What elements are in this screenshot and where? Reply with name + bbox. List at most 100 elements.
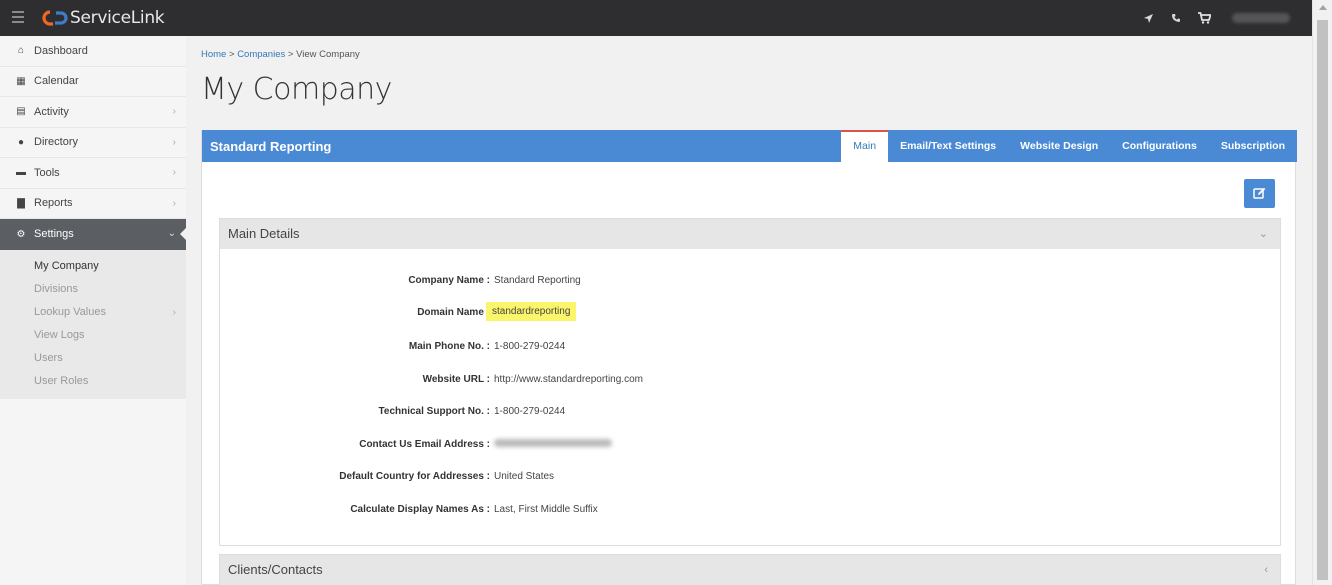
logo-mark-icon [42, 10, 68, 26]
sidebar-item-label: Settings [34, 228, 74, 241]
detail-label: Default Country for Addresses : [339, 471, 490, 482]
detail-value-highlighted: standardreporting [486, 302, 577, 321]
detail-value: United States [494, 471, 555, 482]
tab-configurations[interactable]: Configurations [1110, 130, 1209, 162]
breadcrumb-separator: > [287, 49, 294, 60]
bar-chart-icon: ▇ [17, 197, 25, 209]
detail-row-domain-name: Domain Name : standardreporting [220, 302, 1280, 324]
sidebar-item-label: Reports [34, 197, 73, 210]
detail-row-default-country: Default Country for Addresses : United S… [220, 468, 1280, 488]
top-navbar: ServiceLink [0, 0, 1312, 36]
phone-icon[interactable] [1162, 0, 1190, 36]
detail-row-technical-support: Technical Support No. : 1-800-279-0244 [220, 403, 1280, 423]
page-title: My Company [201, 72, 392, 107]
sidebar-subitem-user-roles[interactable]: User Roles [0, 370, 186, 393]
home-icon: ⌂ [17, 45, 25, 57]
tab-email-text-settings[interactable]: Email/Text Settings [888, 130, 1008, 162]
tab-website-design[interactable]: Website Design [1008, 130, 1110, 162]
sidebar-subitem-lookup-values[interactable]: Lookup Values › [0, 301, 186, 324]
detail-value: http://www.standardreporting.com [494, 374, 643, 385]
detail-label: Technical Support No. : [378, 406, 490, 417]
detail-label: Domain Name : [417, 307, 490, 318]
chevron-right-icon: › [172, 197, 176, 209]
sidebar-item-activity[interactable]: ▤ Activity › [0, 97, 186, 128]
detail-row-website-url: Website URL : http://www.standardreporti… [220, 371, 1280, 391]
detail-label: Calculate Display Names As : [350, 504, 490, 515]
chevron-down-icon: ⌄ [167, 228, 176, 239]
settings-submenu: My Company Divisions Lookup Values › Vie… [0, 249, 186, 399]
chevron-right-icon: › [172, 106, 176, 117]
section-title: Clients/Contacts [228, 562, 323, 577]
user-menu[interactable] [1232, 13, 1290, 23]
detail-row-company-name: Company Name : Standard Reporting [220, 272, 1280, 292]
redacted-email [494, 439, 612, 447]
detail-value: 1-800-279-0244 [494, 406, 566, 417]
company-panel: Standard Reporting Main Email/Text Setti… [201, 130, 1297, 585]
active-indicator [180, 227, 187, 241]
tab-subscription[interactable]: Subscription [1209, 130, 1297, 162]
detail-label: Main Phone No. : [408, 341, 490, 352]
sidebar-item-directory[interactable]: ● Directory › [0, 127, 186, 158]
sidebar-item-label: Tools [34, 166, 60, 179]
scroll-thumb[interactable] [1317, 20, 1328, 580]
chevron-right-icon: › [172, 167, 176, 178]
toolbox-icon: ▬ [16, 167, 26, 179]
sidebar-item-settings[interactable]: ⚙ Settings ⌄ [0, 219, 187, 250]
edit-button[interactable] [1244, 179, 1275, 208]
detail-value-redacted [494, 439, 612, 450]
sidebar-subitem-divisions[interactable]: Divisions [0, 278, 186, 301]
breadcrumb-home[interactable]: Home [201, 49, 226, 60]
sidebar-subitem-users[interactable]: Users [0, 347, 186, 370]
hamburger-menu-icon[interactable] [12, 11, 24, 25]
detail-value: 1-800-279-0244 [494, 341, 566, 352]
breadcrumb-separator: > [228, 49, 235, 60]
sidebar-item-reports[interactable]: ▇ Reports › [0, 188, 186, 219]
main-details-body: Company Name : Standard Reporting Domain… [220, 249, 1280, 545]
panel-tabs: Main Email/Text Settings Website Design … [841, 130, 1297, 162]
chevron-left-icon: ‹ [1264, 564, 1268, 576]
panel-title: Standard Reporting [210, 139, 332, 154]
edit-icon [1253, 187, 1266, 199]
breadcrumb-current: View Company [296, 49, 360, 60]
sidebar-subitem-label: Lookup Values [34, 305, 106, 318]
chevron-down-icon: ⌄ [1258, 228, 1268, 240]
detail-label: Company Name : [408, 275, 490, 286]
sidebar-subitem-my-company[interactable]: My Company [0, 255, 186, 278]
top-actions [1134, 0, 1290, 36]
breadcrumb: Home > Companies > View Company [201, 49, 360, 60]
sidebar-item-tools[interactable]: ▬ Tools › [0, 158, 186, 189]
activity-icon: ▤ [16, 106, 26, 118]
scroll-up-arrow-icon[interactable] [1319, 5, 1327, 10]
cart-icon[interactable] [1190, 0, 1218, 36]
tab-main[interactable]: Main [841, 130, 889, 162]
users-icon: ● [17, 136, 25, 148]
sidebar-item-label: Activity [34, 105, 69, 118]
sidebar-item-label: Dashboard [34, 44, 88, 57]
section-title: Main Details [228, 226, 300, 241]
sidebar-subitem-view-logs[interactable]: View Logs [0, 324, 186, 347]
chevron-right-icon: › [172, 136, 176, 148]
detail-row-contact-email: Contact Us Email Address : [220, 436, 1280, 456]
gear-icon: ⚙ [16, 228, 26, 240]
clients-contacts-section: Clients/Contacts ‹ [219, 554, 1281, 585]
sidebar: ⌂ Dashboard ▦ Calendar ▤ Activity › ● Di… [0, 36, 187, 585]
sidebar-item-calendar[interactable]: ▦ Calendar [0, 66, 186, 97]
sidebar-item-label: Calendar [34, 75, 79, 88]
servicelink-logo[interactable]: ServiceLink [42, 6, 165, 30]
brand-name: ServiceLink [70, 8, 165, 28]
detail-value: Last, First Middle Suffix [494, 504, 598, 515]
chevron-right-icon: › [172, 306, 176, 318]
detail-label: Website URL : [422, 374, 490, 385]
location-arrow-icon[interactable] [1134, 0, 1162, 36]
detail-row-display-names: Calculate Display Names As : Last, First… [220, 501, 1280, 521]
panel-header: Standard Reporting Main Email/Text Setti… [202, 130, 1297, 162]
detail-row-main-phone: Main Phone No. : 1-800-279-0244 [220, 338, 1280, 358]
detail-label: Contact Us Email Address : [359, 439, 490, 450]
sidebar-item-label: Directory [34, 136, 79, 149]
page-scrollbar[interactable] [1312, 0, 1332, 585]
breadcrumb-companies[interactable]: Companies [237, 49, 285, 60]
main-details-header[interactable]: Main Details ⌄ [220, 219, 1280, 249]
clients-contacts-header[interactable]: Clients/Contacts ‹ [220, 555, 1280, 585]
main-details-section: Main Details ⌄ Company Name : Standard R… [219, 218, 1281, 546]
sidebar-item-dashboard[interactable]: ⌂ Dashboard [0, 36, 186, 67]
